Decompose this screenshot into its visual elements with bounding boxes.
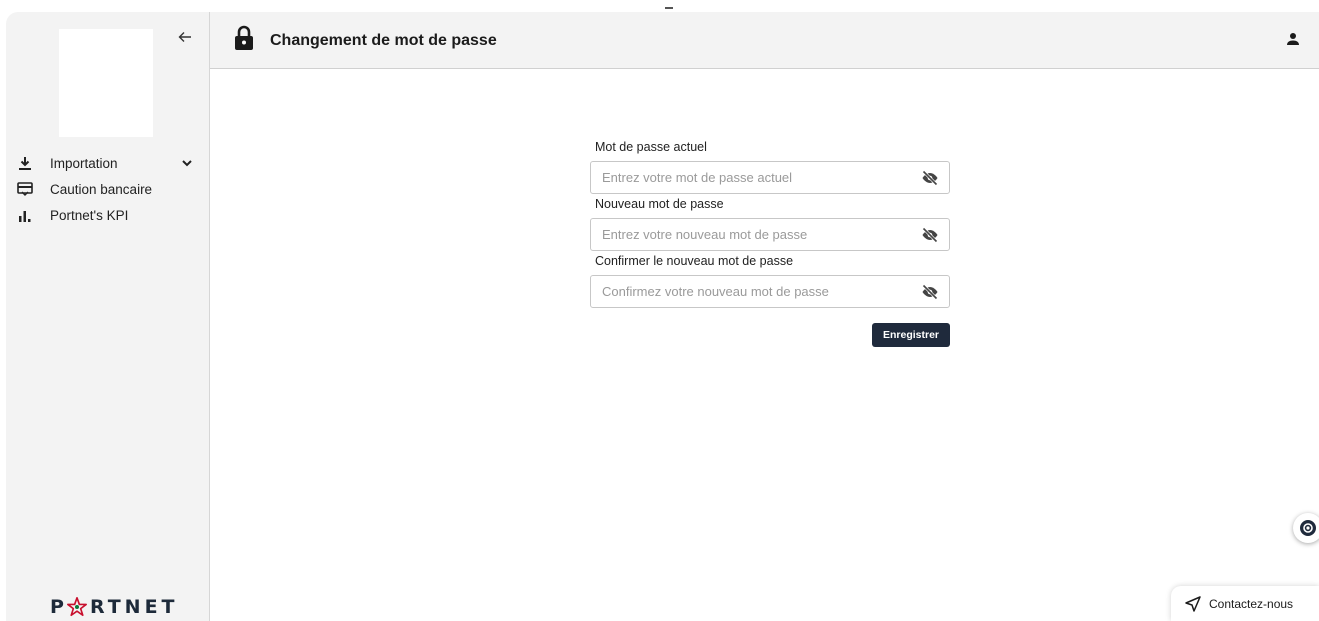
star-icon	[66, 597, 87, 617]
confirm-password-field-wrapper	[590, 275, 950, 308]
page-header: Changement de mot de passe	[210, 12, 1319, 69]
sidebar-item-portnets-kpi[interactable]: Portnet's KPI	[6, 202, 210, 228]
confirm-password-label: Confirmer le nouveau mot de passe	[595, 254, 794, 268]
eye-off-icon[interactable]	[921, 226, 939, 244]
lock-icon	[235, 25, 253, 50]
new-password-label: Nouveau mot de passe	[595, 197, 724, 211]
contact-us-label: Contactez-nous	[1209, 596, 1294, 611]
sidebar-item-label: Importation	[50, 155, 118, 171]
portnet-logo: P RTNET	[50, 596, 179, 618]
contact-us-button[interactable]: Contactez-nous	[1171, 586, 1319, 621]
current-password-label: Mot de passe actuel	[595, 140, 707, 154]
sidebar-item-label: Caution bancaire	[50, 181, 153, 197]
brand-text-end: RTNET	[89, 596, 179, 618]
eye-icon	[1300, 520, 1316, 536]
download-icon	[16, 154, 34, 172]
top-dash	[665, 7, 673, 9]
page-title: Changement de mot de passe	[270, 32, 497, 49]
current-password-input[interactable]	[602, 162, 902, 193]
accessibility-button[interactable]	[1293, 513, 1319, 543]
sidebar-nav: Importation Caution bancaire Portnet's K…	[6, 150, 210, 228]
app-window: Importation Caution bancaire Portnet's K…	[0, 0, 1319, 621]
save-button[interactable]: Enregistrer	[872, 323, 950, 347]
eye-off-icon[interactable]	[921, 283, 939, 301]
credit-card-icon	[16, 180, 34, 198]
sidebar-item-importation[interactable]: Importation	[6, 150, 210, 176]
user-icon[interactable]	[1286, 32, 1300, 46]
arrow-left-icon	[178, 32, 191, 42]
logo-placeholder	[59, 29, 153, 137]
collapse-sidebar-button[interactable]	[174, 26, 196, 48]
sidebar-item-label: Portnet's KPI	[50, 207, 129, 223]
send-icon	[1185, 595, 1201, 612]
sidebar: Importation Caution bancaire Portnet's K…	[6, 12, 210, 621]
new-password-field-wrapper	[590, 218, 950, 251]
chevron-down-icon[interactable]	[180, 156, 194, 170]
confirm-password-input[interactable]	[602, 276, 902, 307]
current-password-field-wrapper	[590, 161, 950, 194]
form-actions: Enregistrer	[590, 310, 950, 350]
change-password-form: Mot de passe actuel Nouveau mot de passe…	[590, 139, 950, 350]
bar-chart-icon	[16, 206, 34, 224]
top-strip	[0, 0, 1319, 12]
eye-off-icon[interactable]	[921, 169, 939, 187]
sidebar-item-caution-bancaire[interactable]: Caution bancaire	[6, 176, 210, 202]
new-password-input[interactable]	[602, 219, 902, 250]
